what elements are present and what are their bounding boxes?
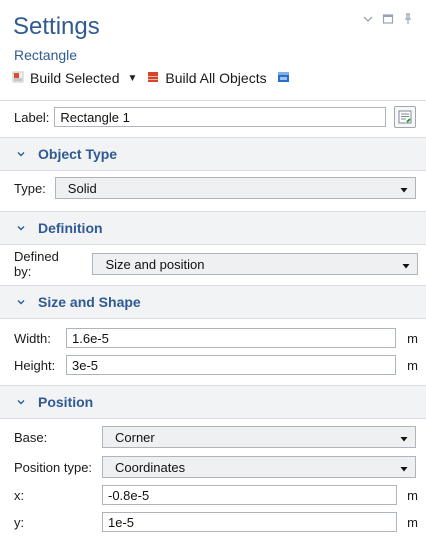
node-subtitle: Rectangle (14, 47, 78, 63)
x-unit: m (407, 487, 418, 503)
settings-panel: Settings Rectangle Build Selected ▼ Buil… (0, 0, 426, 543)
label-edit-button[interactable] (394, 106, 416, 128)
position-type-select-value: Coordinates (115, 459, 186, 475)
section-object-type-header[interactable]: Object Type (0, 137, 426, 171)
build-selected-dropdown-icon[interactable]: ▼ (128, 73, 138, 84)
position-type-label: Position type: (14, 459, 93, 475)
maximize-icon[interactable] (382, 13, 394, 25)
width-input[interactable] (66, 328, 396, 348)
chevron-down-icon (14, 221, 28, 235)
position-type-row: Position type: Coordinates (14, 455, 418, 479)
base-select-value: Corner (115, 429, 155, 445)
height-row: Height: m (14, 353, 418, 377)
label-row: Label: (14, 106, 416, 128)
section-title: Definition (38, 220, 103, 236)
build-selected-icon (12, 70, 24, 86)
section-size-shape-header[interactable]: Size and Shape (0, 285, 426, 319)
section-title: Position (38, 394, 94, 410)
base-row: Base: Corner (14, 425, 418, 449)
y-row: y: m (14, 510, 418, 534)
dropdown-arrow-icon (401, 259, 411, 269)
height-label: Height: (14, 357, 56, 373)
height-unit: m (407, 357, 418, 373)
y-label: y: (14, 514, 25, 530)
x-input[interactable] (102, 485, 397, 505)
section-title: Object Type (38, 146, 118, 162)
chevron-down-icon (14, 295, 28, 309)
x-row: x: m (14, 483, 418, 507)
base-label: Base: (14, 429, 48, 445)
defined-by-label: Defined by: (14, 249, 59, 279)
height-input[interactable] (66, 355, 396, 375)
pin-icon[interactable] (402, 13, 414, 25)
text-edit-icon (398, 110, 412, 124)
section-title: Size and Shape (38, 294, 141, 310)
defined-by-row: Defined by: Size and position (14, 249, 418, 279)
window-controls (362, 13, 414, 25)
build-all-icon (147, 70, 159, 86)
build-all-label: Build All Objects (165, 70, 267, 86)
build-selected-label: Build Selected (30, 70, 120, 86)
update-geometry-button[interactable] (277, 70, 290, 86)
section-position-header[interactable]: Position (0, 385, 426, 419)
build-all-button[interactable]: Build All Objects (147, 70, 267, 86)
label-input[interactable] (54, 107, 387, 127)
y-unit: m (407, 514, 418, 530)
y-input[interactable] (102, 512, 397, 532)
chevron-down-icon (14, 395, 28, 409)
chevron-down-icon (14, 147, 28, 161)
width-row: Width: m (14, 326, 418, 350)
chevron-down-icon[interactable] (362, 13, 374, 25)
graphics-update-icon (277, 70, 290, 86)
width-unit: m (407, 330, 418, 346)
settings-toolbar: Build Selected ▼ Build All Objects (12, 68, 300, 88)
section-definition-header[interactable]: Definition (0, 211, 426, 245)
label-field-label: Label: (14, 109, 50, 125)
type-select-value: Solid (67, 180, 97, 196)
x-label: x: (14, 487, 25, 503)
dropdown-arrow-icon (399, 432, 409, 442)
settings-header: Settings Rectangle Build Selected ▼ Buil… (0, 0, 426, 100)
type-row: Type: Solid (14, 176, 418, 200)
header-divider (0, 100, 426, 101)
defined-by-select[interactable]: Size and position (92, 253, 418, 275)
dropdown-arrow-icon (399, 183, 409, 193)
build-selected-button[interactable]: Build Selected ▼ (12, 70, 137, 86)
type-select[interactable]: Solid (54, 177, 416, 199)
dropdown-arrow-icon (399, 462, 409, 472)
position-type-select[interactable]: Coordinates (102, 456, 416, 478)
type-label: Type: (14, 180, 46, 196)
base-select[interactable]: Corner (102, 426, 416, 448)
width-label: Width: (14, 330, 51, 346)
defined-by-select-value: Size and position (105, 256, 205, 272)
page-title: Settings (13, 13, 100, 40)
